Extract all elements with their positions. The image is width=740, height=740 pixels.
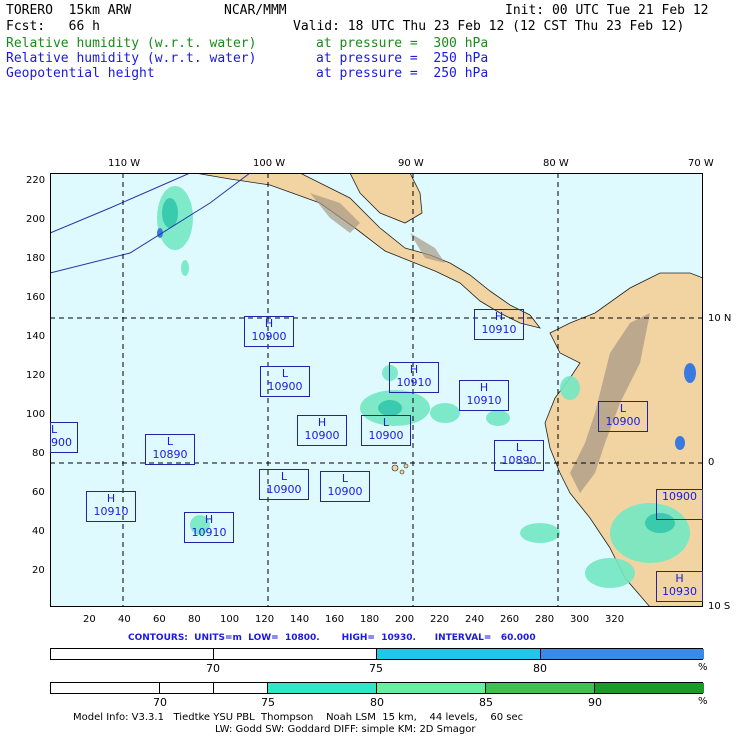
height-center-box: L 10900: [320, 471, 370, 502]
colorbar-1-label: 70: [206, 662, 220, 675]
y-tick: 220: [26, 175, 46, 186]
init-time: Init: 00 UTC Tue 21 Feb 12: [505, 3, 709, 18]
field-3-level: at pressure = 250 hPa: [316, 66, 489, 81]
height-center-box: H 10910: [474, 309, 524, 340]
height-center-box: H 10910: [86, 491, 136, 522]
x-tick: 20: [83, 614, 96, 625]
height-center-box: L 10900: [259, 469, 309, 500]
rh-300-colorbar: [50, 682, 704, 694]
colorbar-1-unit: %: [698, 662, 708, 673]
height-center-box: L 10890: [145, 434, 195, 465]
field-2-level: at pressure = 250 hPa: [316, 51, 489, 66]
colorbar-2-label: 80: [370, 696, 384, 709]
valid-time: Valid: 18 UTC Thu 23 Feb 12 (12 CST Thu …: [293, 19, 685, 34]
colorbar-2-label: 90: [588, 696, 602, 709]
height-center-box: H 10910: [459, 380, 509, 411]
x-tick: 140: [290, 614, 310, 625]
y-tick: 60: [32, 487, 45, 498]
x-tick: 260: [500, 614, 520, 625]
y-tick: 40: [32, 526, 45, 537]
colorbar-1-label: 80: [533, 662, 547, 675]
lat-tick-10n: 10 N: [708, 313, 732, 324]
lon-tick-110w: 110 W: [108, 158, 141, 169]
organization: NCAR/MMM: [224, 3, 287, 18]
y-tick: 140: [26, 331, 46, 342]
x-tick: 300: [570, 614, 590, 625]
model-info-line-1: Model Info: V3.3.1 Tiedtke YSU PBL Thomp…: [73, 712, 524, 723]
x-tick: 100: [220, 614, 240, 625]
colorbar-1-label: 75: [369, 662, 383, 675]
lon-tick-90w: 90 W: [398, 158, 424, 169]
height-center-box: L 900: [50, 422, 78, 453]
colorbar-2-label: 75: [261, 696, 275, 709]
x-tick: 280: [535, 614, 555, 625]
x-tick: 320: [605, 614, 625, 625]
x-tick: 200: [395, 614, 415, 625]
field-1-name: Relative humidity (w.r.t. water): [6, 36, 257, 51]
x-tick: 240: [465, 614, 485, 625]
x-tick: 160: [325, 614, 345, 625]
model-name: TORERO 15km ARW: [6, 3, 132, 18]
y-tick: 120: [26, 370, 46, 381]
height-center-box: H 10910: [389, 362, 439, 393]
x-tick: 120: [255, 614, 275, 625]
colorbar-2-label: 70: [153, 696, 167, 709]
lat-tick-10s: 10 S: [708, 601, 731, 612]
y-tick: 180: [26, 253, 46, 264]
rh-250-colorbar: [50, 648, 704, 660]
lat-tick-0: 0: [708, 457, 715, 468]
colorbar-2-unit: %: [698, 696, 708, 707]
x-tick: 80: [188, 614, 201, 625]
height-center-box: 10900: [656, 489, 703, 520]
y-tick: 80: [32, 448, 45, 459]
height-center-box: L 10900: [361, 415, 411, 446]
height-center-box: H 10930: [656, 571, 703, 602]
field-3-name: Geopotential height: [6, 66, 155, 81]
x-tick: 60: [153, 614, 166, 625]
x-tick: 220: [430, 614, 450, 625]
colorbar-2-label: 85: [479, 696, 493, 709]
height-center-box: L 10900: [598, 401, 648, 432]
contour-info: CONTOURS: UNITS=m LOW= 10800. HIGH= 1093…: [128, 633, 536, 643]
height-center-box: H 10910: [184, 512, 234, 543]
model-info-line-2: LW: Godd SW: Goddard DIFF: simple KM: 2D…: [215, 724, 476, 735]
lon-tick-80w: 80 W: [543, 158, 569, 169]
lon-tick-70w: 70 W: [688, 158, 714, 169]
y-tick: 160: [26, 292, 46, 303]
y-tick: 20: [32, 565, 45, 576]
forecast-map: [50, 173, 703, 607]
height-center-box: L 10890: [494, 440, 544, 471]
x-tick: 40: [118, 614, 131, 625]
height-center-box: H 10900: [297, 415, 347, 446]
field-2-name: Relative humidity (w.r.t. water): [6, 51, 257, 66]
y-tick: 100: [26, 409, 46, 420]
height-center-box: H 10900: [244, 316, 294, 347]
forecast-hour: Fcst: 66 h: [6, 19, 100, 34]
lon-tick-100w: 100 W: [253, 158, 286, 169]
y-tick: 200: [26, 214, 46, 225]
height-center-box: L 10900: [260, 366, 310, 397]
x-tick: 180: [360, 614, 380, 625]
field-1-level: at pressure = 300 hPa: [316, 36, 489, 51]
